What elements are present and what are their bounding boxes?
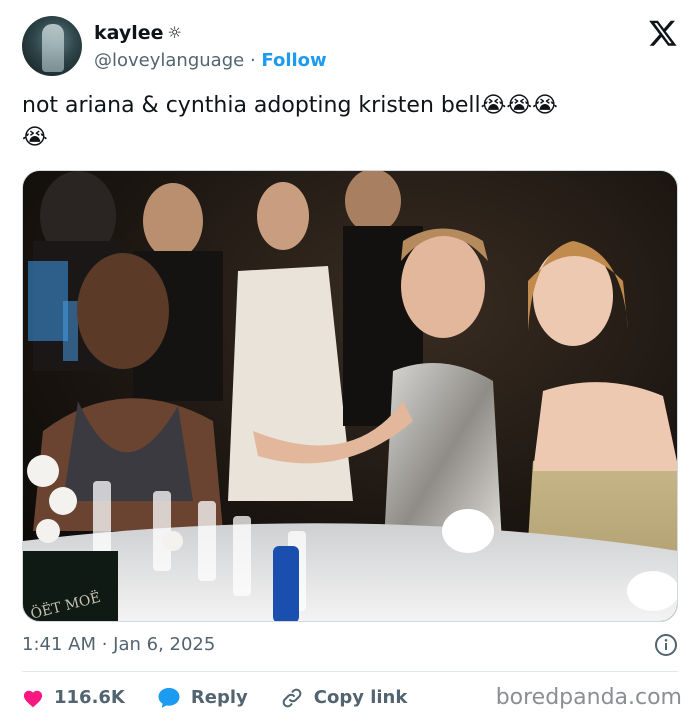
- tweet-body: not ariana & cynthia adopting kristen be…: [22, 93, 481, 118]
- action-bar: 116.6K Reply Copy link: [22, 683, 439, 713]
- watermark: boredpanda.com: [495, 685, 682, 710]
- display-name[interactable]: kaylee ☼: [94, 20, 182, 46]
- info-icon[interactable]: [654, 633, 678, 657]
- like-button[interactable]: 116.6K: [22, 685, 125, 711]
- tweet-text: not ariana & cynthia adopting kristen be…: [22, 90, 682, 154]
- avatar[interactable]: [22, 16, 82, 76]
- photo-scene: ÖËT MOË: [23, 171, 677, 621]
- sun-icon: ☼: [167, 23, 182, 42]
- timestamp[interactable]: 1:41 AM · Jan 6, 2025: [22, 632, 215, 658]
- link-icon: [282, 688, 302, 708]
- crying-emoji: 😭: [532, 93, 558, 118]
- crying-emoji: 😭: [22, 125, 48, 150]
- heart-icon: [23, 690, 43, 708]
- x-logo-icon[interactable]: [648, 18, 678, 48]
- copy-link-button[interactable]: Copy link: [280, 685, 408, 711]
- tweet-header: kaylee ☼ @loveylanguage · Follow: [22, 16, 678, 78]
- reply-button[interactable]: Reply: [157, 685, 248, 711]
- separator: ·: [249, 50, 256, 71]
- like-count: 116.6K: [54, 687, 125, 708]
- user-block: kaylee ☼ @loveylanguage · Follow: [94, 20, 327, 74]
- crying-emoji: 😭: [480, 93, 507, 118]
- handle[interactable]: @loveylanguage: [94, 50, 244, 71]
- copy-link-label: Copy link: [313, 687, 408, 708]
- display-name-text[interactable]: kaylee: [94, 20, 164, 46]
- tweet-photo[interactable]: ÖËT MOË: [22, 170, 678, 622]
- follow-button[interactable]: Follow: [261, 50, 326, 71]
- divider: [22, 671, 678, 672]
- reply-label: Reply: [190, 687, 248, 708]
- crying-emoji: 😭: [506, 93, 533, 118]
- handle-line: @loveylanguage · Follow: [94, 48, 327, 74]
- reply-icon: [158, 688, 180, 708]
